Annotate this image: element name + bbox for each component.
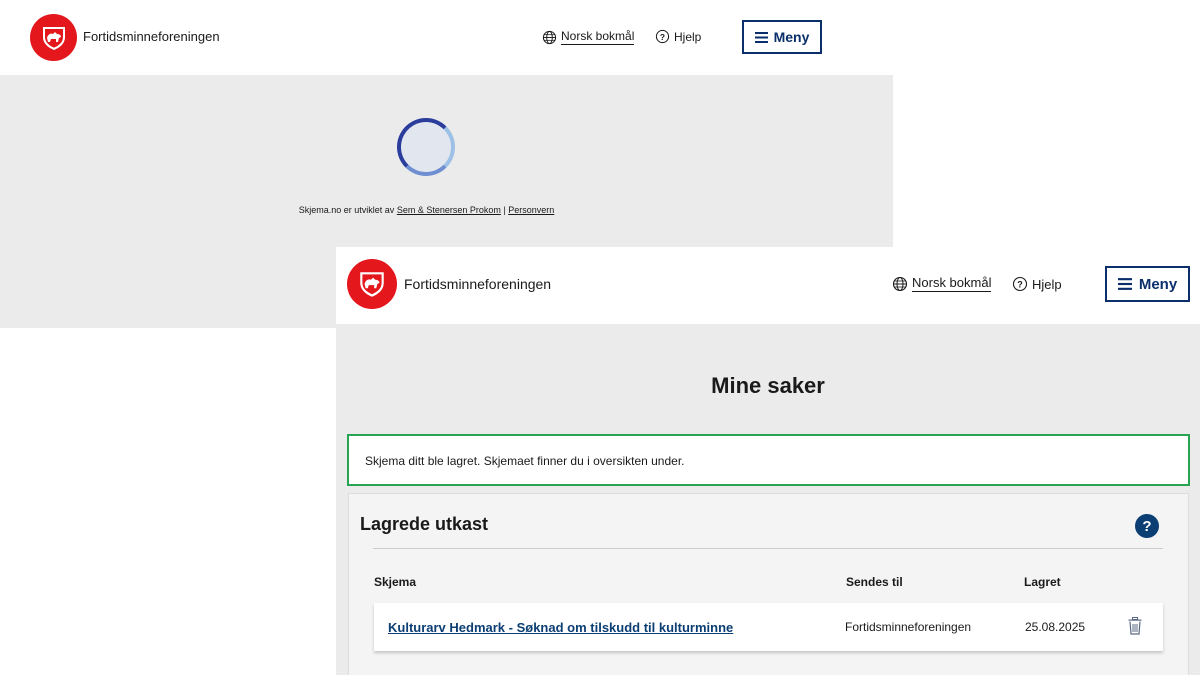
success-alert: Skjema ditt ble lagret. Skjemaet finner … xyxy=(347,434,1190,486)
svg-text:?: ? xyxy=(1017,280,1023,290)
menu-button[interactable]: Meny xyxy=(1105,266,1190,302)
draft-form-link[interactable]: Kulturarv Hedmark - Søknad om tilskudd t… xyxy=(388,620,733,635)
brand-name[interactable]: Fortidsminneforeningen xyxy=(404,276,551,292)
question-circle-icon: ? xyxy=(1012,276,1028,292)
column-header-form: Skjema xyxy=(374,575,417,589)
language-label: Norsk bokmål xyxy=(561,29,635,45)
help-link[interactable]: ? Hjelp xyxy=(655,29,701,44)
page-title: Mine saker xyxy=(711,373,825,398)
language-label: Norsk bokmål xyxy=(912,275,992,292)
delete-draft-button[interactable] xyxy=(1128,617,1142,640)
back-header: Fortidsminneforeningen Norsk bokmål ? Hj… xyxy=(0,0,893,75)
column-header-recipient: Sendes til xyxy=(846,575,903,589)
help-label: Hjelp xyxy=(1032,276,1062,292)
hamburger-icon xyxy=(754,31,768,43)
coat-of-arms-logo[interactable] xyxy=(30,14,77,61)
trash-icon xyxy=(1128,617,1142,635)
language-selector[interactable]: Norsk bokmål xyxy=(892,275,992,292)
draft-saved-date: 25.08.2025 xyxy=(1025,620,1086,634)
language-selector[interactable]: Norsk bokmål xyxy=(542,29,635,45)
coat-of-arms-logo[interactable] xyxy=(347,259,397,309)
menu-label: Meny xyxy=(773,29,810,45)
drafts-help-icon[interactable]: ? xyxy=(1135,514,1159,538)
help-link[interactable]: ? Hjelp xyxy=(1012,276,1062,292)
menu-button[interactable]: Meny xyxy=(742,20,822,54)
draft-recipient: Fortidsminneforeningen xyxy=(845,620,972,634)
coat-of-arms-icon xyxy=(42,26,65,50)
brand-name[interactable]: Fortidsminneforeningen xyxy=(83,29,220,44)
front-header: Fortidsminneforeningen Norsk bokmål ? Hj… xyxy=(336,247,1200,324)
hamburger-icon xyxy=(1117,278,1132,290)
menu-label: Meny xyxy=(1138,275,1178,293)
question-circle-icon: ? xyxy=(655,29,670,44)
table-row: Kulturarv Hedmark - Søknad om tilskudd t… xyxy=(374,603,1163,651)
column-header-saved: Lagret xyxy=(1024,575,1061,589)
front-window: Fortidsminneforeningen Norsk bokmål ? Hj… xyxy=(336,247,1200,675)
footer-credit: Skjema.no er utviklet av Sem & Stenersen… xyxy=(0,205,853,215)
drafts-divider xyxy=(373,548,1163,549)
help-label: Hjelp xyxy=(674,29,702,44)
drafts-title: Lagrede utkast xyxy=(360,514,489,534)
loading-spinner xyxy=(397,118,455,176)
globe-icon xyxy=(892,276,908,291)
footer-prefix: Skjema.no er utviklet av xyxy=(298,205,397,215)
globe-icon xyxy=(542,30,557,44)
coat-of-arms-icon xyxy=(360,272,384,297)
svg-text:?: ? xyxy=(660,32,665,42)
privacy-link[interactable]: Personvern xyxy=(508,205,554,215)
developer-link[interactable]: Sem & Stenersen Prokom xyxy=(397,205,501,215)
